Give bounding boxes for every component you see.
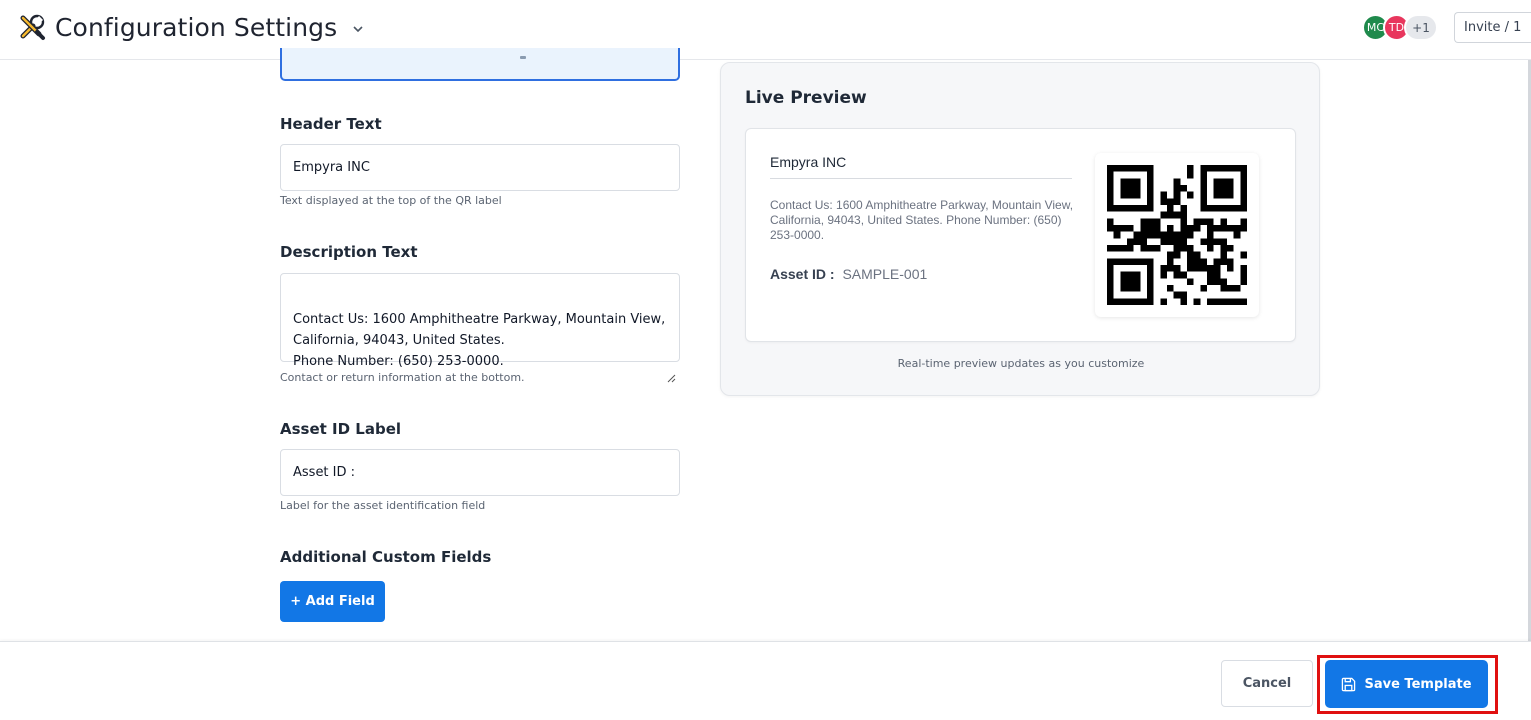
description-text-label: Description Text bbox=[280, 243, 418, 261]
asset-id-label-input[interactable]: Asset ID : bbox=[280, 449, 680, 496]
preview-asset-label: Asset ID : bbox=[770, 266, 835, 282]
selected-option-card[interactable] bbox=[280, 48, 680, 81]
cancel-button[interactable]: Cancel bbox=[1221, 660, 1313, 707]
header-text-input[interactable]: Empyra INC bbox=[280, 144, 680, 191]
live-preview-panel: Live Preview Empyra INC Contact Us: 1600… bbox=[720, 62, 1320, 396]
qr-code-icon bbox=[1107, 165, 1247, 305]
header-text-label: Header Text bbox=[280, 115, 382, 133]
asset-id-label-heading: Asset ID Label bbox=[280, 420, 402, 438]
description-text-help: Contact or return information at the bot… bbox=[280, 371, 525, 384]
preview-header-text: Empyra INC bbox=[770, 154, 847, 170]
invite-button[interactable]: Invite / 1 bbox=[1454, 12, 1531, 43]
chevron-down-icon[interactable] bbox=[351, 21, 365, 35]
header-text-help: Text displayed at the top of the QR labe… bbox=[280, 194, 502, 207]
preview-note: Real-time preview updates as you customi… bbox=[897, 357, 1145, 370]
description-text-textarea[interactable]: Contact Us: 1600 Amphitheatre Parkway, M… bbox=[280, 273, 680, 383]
save-template-label: Save Template bbox=[1364, 676, 1472, 692]
page-title: Configuration Settings bbox=[55, 12, 338, 42]
card-text-fragment bbox=[520, 56, 526, 59]
description-text-value: Contact Us: 1600 Amphitheatre Parkway, M… bbox=[293, 312, 666, 369]
page-title-dropdown[interactable]: Configuration Settings bbox=[17, 12, 365, 42]
preview-asset-value: SAMPLE-001 bbox=[842, 266, 928, 282]
custom-fields-heading: Additional Custom Fields bbox=[280, 548, 492, 566]
resize-handle-icon[interactable] bbox=[666, 348, 676, 383]
tools-icon bbox=[17, 12, 47, 42]
qr-code bbox=[1095, 153, 1259, 317]
preview-divider bbox=[770, 178, 1072, 179]
add-field-button[interactable]: + Add Field bbox=[280, 581, 385, 622]
preview-asset-id: Asset ID : SAMPLE-001 bbox=[770, 266, 927, 282]
asset-id-label-help: Label for the asset identification field bbox=[280, 499, 486, 512]
top-bar: Configuration Settings MC TD +1 Invite /… bbox=[0, 0, 1531, 60]
qr-label-preview: Empyra INC Contact Us: 1600 Amphitheatre… bbox=[745, 128, 1296, 342]
save-template-button[interactable]: Save Template bbox=[1325, 660, 1488, 708]
floppy-disk-icon bbox=[1342, 677, 1356, 691]
footer-bar: Cancel Save Template bbox=[0, 641, 1531, 720]
more-collaborators-badge[interactable]: +1 bbox=[1404, 14, 1438, 41]
preview-description-text: Contact Us: 1600 Amphitheatre Parkway, M… bbox=[770, 198, 1074, 242]
live-preview-title: Live Preview bbox=[745, 88, 867, 108]
